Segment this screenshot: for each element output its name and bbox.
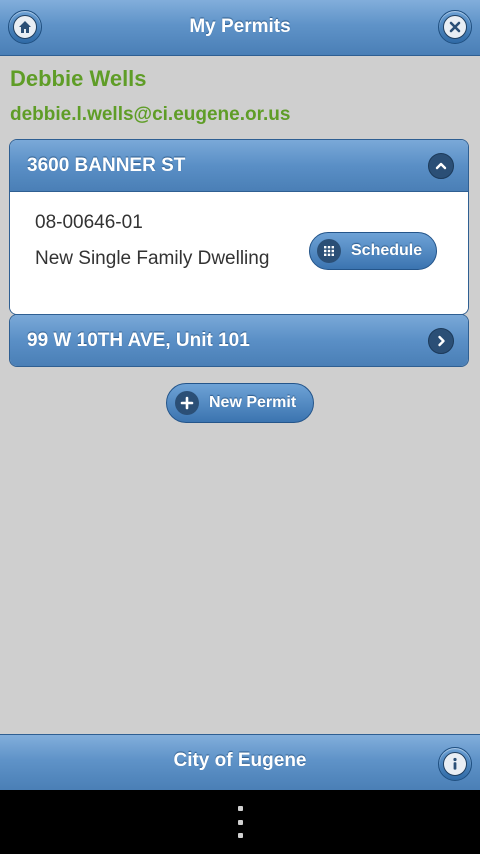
user-name: Debbie Wells bbox=[10, 66, 147, 91]
new-permit-label: New Permit bbox=[209, 394, 297, 411]
permit-details: 08-00646-01 New Single Family Dwelling S… bbox=[10, 191, 468, 314]
permit-address: 3600 BANNER ST bbox=[27, 155, 186, 176]
info-icon bbox=[443, 752, 467, 776]
plus-icon bbox=[175, 391, 199, 415]
close-icon bbox=[443, 15, 467, 39]
permit-header[interactable]: 99 W 10TH AVE, Unit 101 bbox=[10, 315, 468, 366]
permit-description: New Single Family Dwelling bbox=[35, 248, 270, 269]
page-title: My Permits bbox=[189, 16, 291, 37]
new-permit-button[interactable]: New Permit bbox=[166, 383, 314, 423]
permit-header[interactable]: 3600 BANNER ST bbox=[10, 140, 468, 191]
user-email: debbie.l.wells@ci.eugene.or.us bbox=[10, 104, 291, 125]
footer-title: City of Eugene bbox=[173, 750, 307, 771]
chevron-right-icon bbox=[428, 328, 454, 354]
header-bar: My Permits bbox=[0, 0, 480, 56]
schedule-button[interactable]: Schedule bbox=[309, 232, 437, 270]
permit-collapsible: 99 W 10TH AVE, Unit 101 bbox=[9, 314, 469, 367]
schedule-label: Schedule bbox=[351, 242, 423, 259]
close-button[interactable] bbox=[438, 10, 472, 44]
info-button[interactable] bbox=[438, 747, 472, 781]
overflow-menu-icon[interactable] bbox=[230, 806, 250, 838]
system-nav-bar bbox=[0, 790, 480, 854]
grid-icon bbox=[317, 239, 341, 263]
chevron-up-icon bbox=[428, 153, 454, 179]
permit-collapsible: 3600 BANNER ST 08-00646-01 New Single Fa… bbox=[9, 139, 469, 315]
permit-number: 08-00646-01 bbox=[35, 212, 143, 233]
footer-bar: City of Eugene bbox=[0, 734, 480, 790]
permit-address: 99 W 10TH AVE, Unit 101 bbox=[27, 330, 250, 351]
